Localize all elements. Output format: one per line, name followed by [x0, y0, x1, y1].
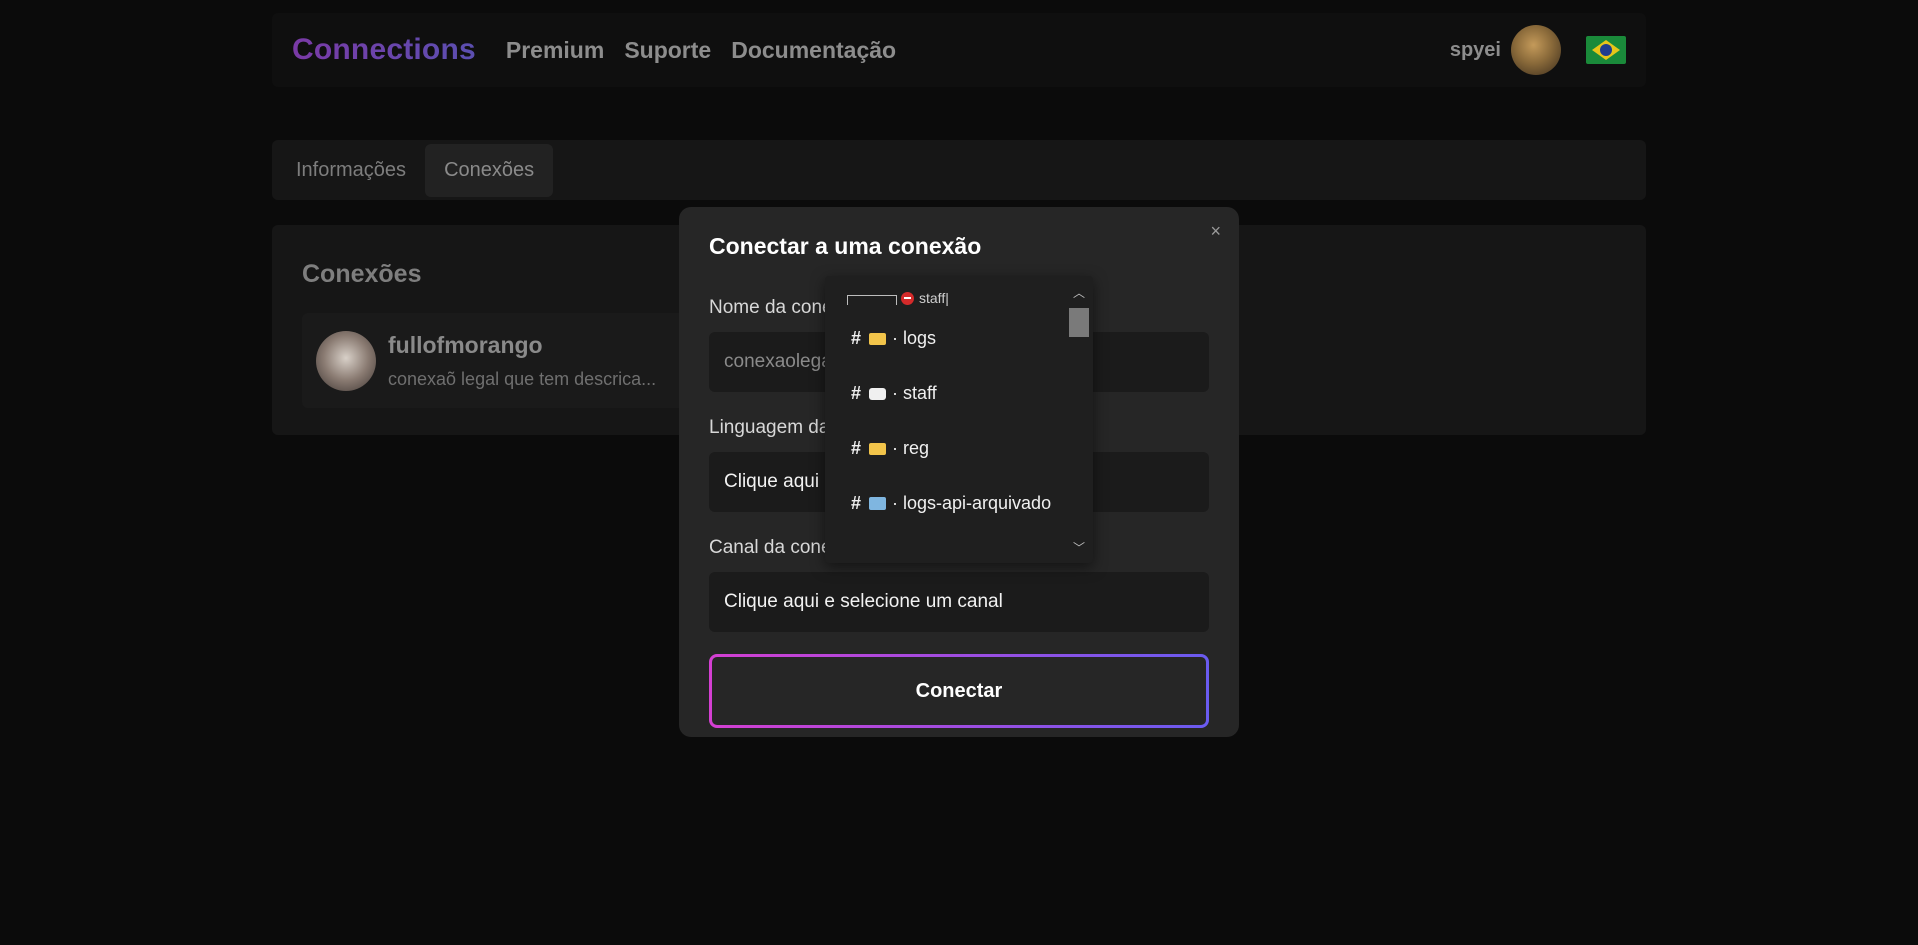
user-avatar[interactable]	[1511, 25, 1561, 75]
modal-title: Conectar a uma conexão	[709, 233, 982, 259]
nav-link-documentacao[interactable]: Documentação	[731, 37, 896, 64]
connection-name: fullofmorango	[388, 331, 543, 358]
brazil-flag-icon[interactable]	[1586, 36, 1626, 64]
option-label: · staff	[892, 383, 937, 403]
dropdown-option-logs-api-arquivado[interactable]: # · logs-api-arquivado	[851, 491, 1061, 516]
dropdown-option-logs[interactable]: # · logs	[851, 326, 1061, 351]
folder-icon	[869, 333, 886, 345]
folder-icon	[869, 443, 886, 455]
no-entry-icon	[901, 291, 914, 305]
scroll-down-icon[interactable]: ﹀	[1073, 539, 1085, 556]
user-area: spyei	[1450, 25, 1626, 75]
tab-conexoes[interactable]: Conexões	[425, 143, 554, 197]
navbar: Connections Premium Suporte Documentação…	[272, 13, 1646, 87]
hash-icon: #	[851, 493, 862, 513]
brand-logo[interactable]: Connections	[292, 33, 476, 67]
tabs-bar: Informações Conexões	[272, 140, 1646, 200]
inbox-icon	[869, 497, 886, 510]
username[interactable]: spyei	[1450, 39, 1501, 62]
scrollbar-thumb[interactable]	[1069, 308, 1089, 337]
tree-line-icon	[847, 295, 897, 305]
hash-icon: #	[851, 328, 862, 348]
connection-card[interactable]: fullofmorango conexaõ legal que tem desc…	[302, 313, 702, 408]
hash-icon: #	[851, 383, 862, 403]
dropdown-option-staff[interactable]: # · staff	[851, 381, 1061, 406]
speech-bubble-icon	[869, 388, 886, 400]
panel-title: Conexões	[302, 260, 422, 288]
connection-description: conexaõ legal que tem descrica...	[388, 368, 657, 389]
scroll-up-icon[interactable]: ︿	[1073, 284, 1085, 301]
category-label: staff|	[919, 290, 949, 306]
tab-informacoes[interactable]: Informações	[277, 144, 425, 197]
dropdown-category: staff|	[847, 290, 949, 306]
connection-avatar	[316, 330, 376, 391]
dropdown-scrollbar[interactable]: ︿ ﹀	[1069, 284, 1089, 556]
connect-button[interactable]: Conectar	[709, 654, 1209, 728]
option-label: · logs-api-arquivado	[892, 493, 1052, 513]
channel-dropdown-list[interactable]: staff| # · logs # · staff # · reg # · lo…	[825, 276, 1093, 563]
option-label: · logs	[892, 328, 937, 348]
dropdown-option-reg[interactable]: # · reg	[851, 436, 1061, 461]
hash-icon: #	[851, 438, 862, 458]
nav-link-premium[interactable]: Premium	[506, 37, 604, 64]
nav-link-suporte[interactable]: Suporte	[624, 37, 711, 64]
option-label: · reg	[892, 438, 930, 458]
connection-info: fullofmorango conexaõ legal que tem desc…	[388, 332, 656, 390]
channel-select[interactable]: Clique aqui e selecione um canal	[709, 572, 1209, 632]
close-icon[interactable]: ×	[1210, 221, 1221, 242]
